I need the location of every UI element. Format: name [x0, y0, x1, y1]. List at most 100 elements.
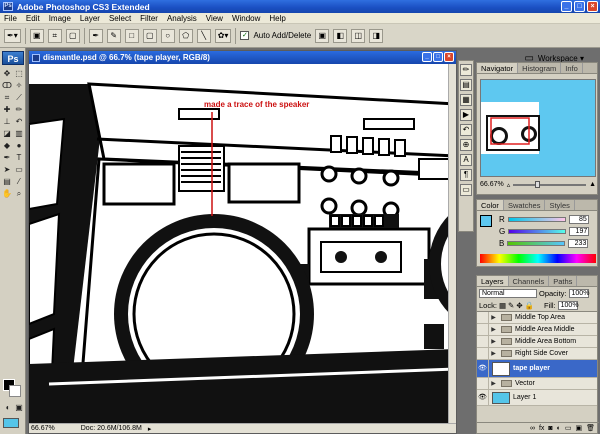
- tab-layers[interactable]: Layers: [477, 276, 509, 286]
- layer-row[interactable]: ▶ Middle Area Middle: [477, 323, 597, 336]
- color-spectrum[interactable]: [480, 254, 596, 263]
- minimize-button[interactable]: _: [561, 1, 572, 12]
- rounded-rectangle-icon[interactable]: ▢: [142, 28, 157, 43]
- layer-row-selected[interactable]: 👁 tape player: [477, 359, 597, 378]
- vertical-scrollbar[interactable]: [448, 64, 456, 424]
- gradient-tool-icon[interactable]: ▥: [14, 129, 24, 139]
- expand-triangle-icon[interactable]: ▶: [489, 326, 498, 333]
- type-tool-icon[interactable]: T: [14, 153, 24, 163]
- path-selection-icon[interactable]: ➤: [2, 165, 12, 175]
- expand-triangle-icon[interactable]: ▶: [489, 338, 498, 345]
- color-swatch[interactable]: [480, 215, 492, 227]
- eye-icon[interactable]: 👁: [477, 389, 489, 406]
- zoom-tool-icon[interactable]: ⌕: [14, 189, 24, 199]
- fill-field[interactable]: 100%: [557, 300, 579, 310]
- trash-icon[interactable]: 🗑: [586, 424, 595, 432]
- doc-close-button[interactable]: ×: [444, 52, 454, 62]
- pen-icon[interactable]: ✒: [88, 28, 103, 43]
- link-layers-icon[interactable]: ∞: [530, 425, 535, 432]
- visibility-toggle[interactable]: [477, 311, 489, 324]
- lock-all-icon[interactable]: 🔒: [525, 301, 534, 310]
- paths-icon[interactable]: ⌗: [47, 28, 62, 43]
- expand-triangle-icon[interactable]: ▶: [489, 380, 498, 387]
- tab-navigator[interactable]: Navigator: [477, 63, 519, 73]
- fx-icon[interactable]: fx: [539, 425, 544, 432]
- tab-info[interactable]: Info: [561, 63, 583, 73]
- lasso-tool-icon[interactable]: ↀ: [2, 81, 12, 91]
- layer-row[interactable]: ▶ Middle Top Area: [477, 311, 597, 324]
- tab-color[interactable]: Color: [477, 200, 504, 210]
- canvas[interactable]: made a trace of the speaker: [29, 64, 456, 424]
- custom-shape-icon[interactable]: ✿▾: [214, 28, 232, 43]
- quick-mask-icon[interactable]: ◐: [3, 403, 13, 413]
- screen-mode-icon[interactable]: ▣: [14, 403, 24, 413]
- combine-intersect-icon[interactable]: ◫: [351, 28, 366, 43]
- auto-add-delete-checkbox[interactable]: ✓: [240, 31, 250, 40]
- combine-exclude-icon[interactable]: ◨: [369, 28, 384, 43]
- navigator-zoom[interactable]: 66.67%: [480, 181, 504, 188]
- zoom-readout[interactable]: 66.67%: [31, 425, 55, 432]
- clone-source-icon[interactable]: ⊕: [460, 139, 472, 151]
- r-value[interactable]: 85: [568, 214, 589, 224]
- menu-file[interactable]: File: [4, 14, 17, 23]
- character-icon[interactable]: A: [460, 154, 472, 166]
- layer-row[interactable]: 👁 Layer 1: [477, 389, 597, 406]
- healing-brush-icon[interactable]: ✚: [2, 105, 12, 115]
- freeform-pen-icon[interactable]: ✎: [106, 28, 121, 43]
- layer-row[interactable]: ▶ Vector: [477, 377, 597, 390]
- hand-tool-icon[interactable]: ✋: [2, 189, 12, 199]
- menu-analysis[interactable]: Analysis: [167, 14, 197, 23]
- rectangle-icon[interactable]: □: [124, 28, 139, 43]
- menu-window[interactable]: Window: [232, 14, 260, 23]
- tab-paths[interactable]: Paths: [549, 276, 578, 286]
- blend-mode-select[interactable]: Normal: [479, 288, 537, 298]
- background-color-swatch[interactable]: [9, 385, 21, 397]
- add-mask-icon[interactable]: ◙: [548, 425, 552, 432]
- menu-layer[interactable]: Layer: [80, 14, 100, 23]
- notes-tool-icon[interactable]: ▤: [2, 177, 12, 187]
- doc-minimize-button[interactable]: _: [422, 52, 432, 62]
- zoom-out-icon[interactable]: ▵: [507, 181, 511, 189]
- tab-channels[interactable]: Channels: [509, 276, 550, 286]
- zoom-slider[interactable]: [513, 180, 587, 188]
- g-slider[interactable]: [508, 228, 567, 234]
- status-arrow-icon[interactable]: ▸: [148, 425, 152, 433]
- tab-swatches[interactable]: Swatches: [504, 200, 546, 210]
- brush-tool-icon[interactable]: ✏: [14, 105, 24, 115]
- doc-maximize-button[interactable]: □: [433, 52, 443, 62]
- adjustment-layer-icon[interactable]: ◐: [557, 425, 561, 432]
- tab-histogram[interactable]: Histogram: [518, 63, 562, 73]
- marquee-tool-icon[interactable]: ⬚: [14, 69, 24, 79]
- menu-edit[interactable]: Edit: [26, 14, 40, 23]
- visibility-toggle[interactable]: [477, 323, 489, 336]
- crop-tool-icon[interactable]: ⌗: [2, 93, 12, 103]
- b-slider[interactable]: [507, 240, 566, 246]
- measurement-icon[interactable]: ▭: [460, 184, 472, 196]
- eyedropper-icon[interactable]: ⁄: [14, 177, 24, 187]
- polygon-icon[interactable]: ⬠: [178, 28, 193, 43]
- layer-comps-icon[interactable]: ▦: [460, 94, 472, 106]
- menu-image[interactable]: Image: [49, 14, 71, 23]
- visibility-toggle[interactable]: [477, 377, 489, 390]
- move-tool-icon[interactable]: ✥: [2, 69, 12, 79]
- actions-icon[interactable]: ▶: [460, 109, 472, 121]
- new-layer-icon[interactable]: ▣: [575, 424, 582, 432]
- r-slider[interactable]: [507, 216, 566, 222]
- history-brush-icon[interactable]: ↶: [14, 117, 24, 127]
- visibility-toggle[interactable]: [477, 347, 489, 360]
- dodge-tool-icon[interactable]: ●: [14, 141, 24, 151]
- b-value[interactable]: 233: [568, 238, 589, 248]
- navigator-preview[interactable]: [480, 79, 596, 177]
- eye-icon[interactable]: 👁: [477, 359, 489, 378]
- pen-tool-icon[interactable]: ✒: [2, 153, 12, 163]
- blur-tool-icon[interactable]: ◆: [2, 141, 12, 151]
- shape-layers-icon[interactable]: ▣: [29, 28, 44, 43]
- lock-pixels-icon[interactable]: ✎: [508, 301, 514, 310]
- expand-triangle-icon[interactable]: ▶: [489, 314, 498, 321]
- tab-styles[interactable]: Styles: [545, 200, 575, 210]
- combine-add-icon[interactable]: ▣: [315, 28, 330, 43]
- paragraph-icon[interactable]: ¶: [460, 169, 472, 181]
- stamp-tool-icon[interactable]: ⊥: [2, 117, 12, 127]
- ellipse-icon[interactable]: ○: [160, 28, 175, 43]
- lock-position-icon[interactable]: ✥: [516, 301, 522, 310]
